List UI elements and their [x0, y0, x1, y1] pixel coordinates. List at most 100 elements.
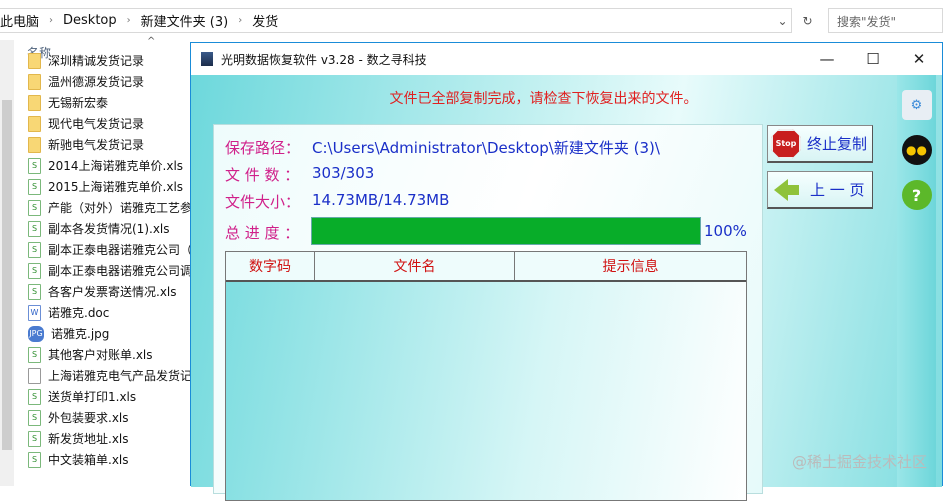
xls-icon: S: [28, 262, 41, 279]
save-path-label: 保存路径：: [225, 139, 301, 157]
progress-bar: [311, 217, 701, 245]
xls-icon: S: [28, 409, 41, 426]
xls-icon: S: [28, 283, 41, 300]
folder-icon: [28, 136, 41, 153]
close-button[interactable]: ✕: [896, 43, 942, 75]
xls-icon: S: [28, 199, 41, 216]
qq-icon[interactable]: ●●: [901, 135, 932, 165]
progress-panel: 保存路径： C:\Users\Administrator\Desktop\新建文件…: [213, 124, 763, 501]
file-name: 诺雅克.doc: [48, 306, 110, 320]
breadcrumb-item[interactable]: Desktop: [63, 13, 117, 28]
nav-scrollbar[interactable]: [0, 40, 14, 486]
status-message: 文件已全部复制完成，请检查下恢复出来的文件。: [389, 91, 698, 107]
file-name: 无锡新宏泰: [48, 96, 109, 110]
address-bar[interactable]: 此电脑 › Desktop › 新建文件夹 (3) › 发货: [0, 8, 792, 33]
xls-icon: S: [28, 388, 41, 405]
stop-icon: Stop: [771, 128, 801, 159]
file-size-label: 文件大小：: [225, 193, 301, 211]
refresh-icon[interactable]: ↻: [802, 14, 812, 28]
file-item[interactable]: S 2014上海诺雅克单价.xls: [28, 155, 193, 176]
folder-icon: [28, 73, 41, 90]
side-toolbar: ⚙ ●● ?: [897, 75, 936, 487]
progress-fill: [312, 218, 700, 244]
file-name: 深圳精诚发货记录: [48, 54, 145, 68]
xls-icon: S: [28, 430, 41, 447]
file-name: 各客户发票寄送情况.xls: [48, 285, 177, 299]
file-item[interactable]: 现代电气发货记录: [28, 113, 193, 134]
xls-icon: S: [28, 220, 41, 237]
xls-icon: S: [28, 241, 41, 258]
file-item[interactable]: S 副本正泰电器诺雅克公司调: [28, 260, 193, 281]
file-item[interactable]: S 副本正泰电器诺雅克公司（: [28, 239, 193, 260]
file-name: 新驰电气发货记录: [48, 138, 145, 152]
file-name: 2014上海诺雅克单价.xls: [48, 159, 184, 173]
file-item[interactable]: S 中文装箱单.xls: [28, 449, 193, 470]
app-icon: [201, 52, 213, 66]
results-table: 数字码 文件名 提示信息: [225, 251, 747, 501]
breadcrumb-item[interactable]: 发货: [252, 11, 278, 30]
file-item[interactable]: 温州德源发货记录: [28, 71, 193, 92]
progress-label: 总 进 度 ：: [225, 224, 300, 242]
folder-icon: [28, 52, 41, 69]
folder-icon: [28, 115, 41, 132]
file-item[interactable]: S 2015上海诺雅克单价.xls: [28, 176, 193, 197]
file-size-value: 14.73MB/14.73MB: [312, 191, 450, 209]
file-name: 副本正泰电器诺雅克公司调: [48, 264, 193, 278]
file-item[interactable]: 无锡新宏泰: [28, 92, 193, 113]
breadcrumb-item[interactable]: 新建文件夹 (3): [141, 11, 229, 30]
file-name: 副本正泰电器诺雅克公司（: [48, 243, 193, 257]
stop-copy-button[interactable]: Stop 终止复制: [767, 125, 873, 163]
breadcrumb-item[interactable]: 此电脑: [0, 11, 39, 30]
file-name: 温州德源发货记录: [48, 75, 145, 89]
file-name: 诺雅克.jpg: [51, 327, 110, 341]
file-item[interactable]: 上海诺雅克电气产品发货记: [28, 365, 193, 386]
file-name: 外包装要求.xls: [48, 411, 129, 425]
file-item[interactable]: S 其他客户对账单.xls: [28, 344, 193, 365]
folder-icon: [28, 94, 41, 111]
file-name: 送货单打印1.xls: [48, 390, 137, 404]
help-icon[interactable]: ?: [901, 180, 932, 210]
file-item[interactable]: 新驰电气发货记录: [28, 134, 193, 155]
file-item[interactable]: S 各客户发票寄送情况.xls: [28, 281, 193, 302]
column-header-info[interactable]: 提示信息: [515, 252, 746, 280]
file-list: 深圳精诚发货记录 温州德源发货记录 无锡新宏泰现代电气发货记录 新驰电气发货记录 S 20…: [28, 50, 193, 470]
watermark: @稀土掘金技术社区: [791, 453, 927, 471]
file-item[interactable]: S 产能（对外）诺雅克工艺参: [28, 197, 193, 218]
file-name: 中文装箱单.xls: [48, 453, 129, 467]
file-item[interactable]: S 新发货地址.xls: [28, 428, 193, 449]
search-input[interactable]: 搜索"发货": [828, 8, 943, 33]
file-item[interactable]: S 送货单打印1.xls: [28, 386, 193, 407]
maximize-button[interactable]: ☐: [850, 43, 896, 75]
file-item[interactable]: 深圳精诚发货记录: [28, 50, 193, 71]
sort-up-icon: ^: [147, 36, 156, 47]
xls-icon: S: [28, 346, 41, 363]
column-header-filename[interactable]: 文件名: [315, 252, 515, 280]
file-item[interactable]: S 外包装要求.xls: [28, 407, 193, 428]
stop-copy-label: 终止复制: [807, 135, 868, 153]
file-name: 副本各发货情况(1).xls: [48, 222, 170, 236]
dropdown-icon[interactable]: ⌄: [777, 14, 787, 28]
save-path-value: C:\Users\Administrator\Desktop\新建文件夹 (3)…: [312, 139, 660, 157]
xls-icon: S: [28, 178, 41, 195]
previous-page-button[interactable]: 上 一 页: [767, 171, 873, 209]
chevron-right-icon: ›: [238, 15, 243, 26]
file-item[interactable]: W 诺雅克.doc: [28, 302, 193, 323]
back-arrow-icon: [774, 178, 799, 201]
column-header-code[interactable]: 数字码: [226, 252, 315, 280]
xls-icon: S: [28, 157, 41, 174]
file-name: 现代电气发货记录: [48, 117, 145, 131]
previous-page-label: 上 一 页: [810, 181, 865, 199]
file-icon: [28, 367, 41, 384]
file-item[interactable]: JPG 诺雅克.jpg: [28, 323, 193, 344]
file-name: 产能（对外）诺雅克工艺参: [48, 201, 193, 215]
progress-percent: 100%: [704, 222, 747, 240]
chevron-right-icon: ›: [126, 15, 131, 26]
file-name: 其他客户对账单.xls: [48, 348, 153, 362]
minimize-button[interactable]: —: [804, 43, 850, 75]
xls-icon: S: [28, 451, 41, 468]
file-item[interactable]: S 副本各发货情况(1).xls: [28, 218, 193, 239]
file-name: 新发货地址.xls: [48, 432, 129, 446]
chevron-right-icon: ›: [49, 15, 54, 26]
settings-icon[interactable]: ⚙: [901, 90, 932, 120]
file-name: 2015上海诺雅克单价.xls: [48, 180, 184, 194]
